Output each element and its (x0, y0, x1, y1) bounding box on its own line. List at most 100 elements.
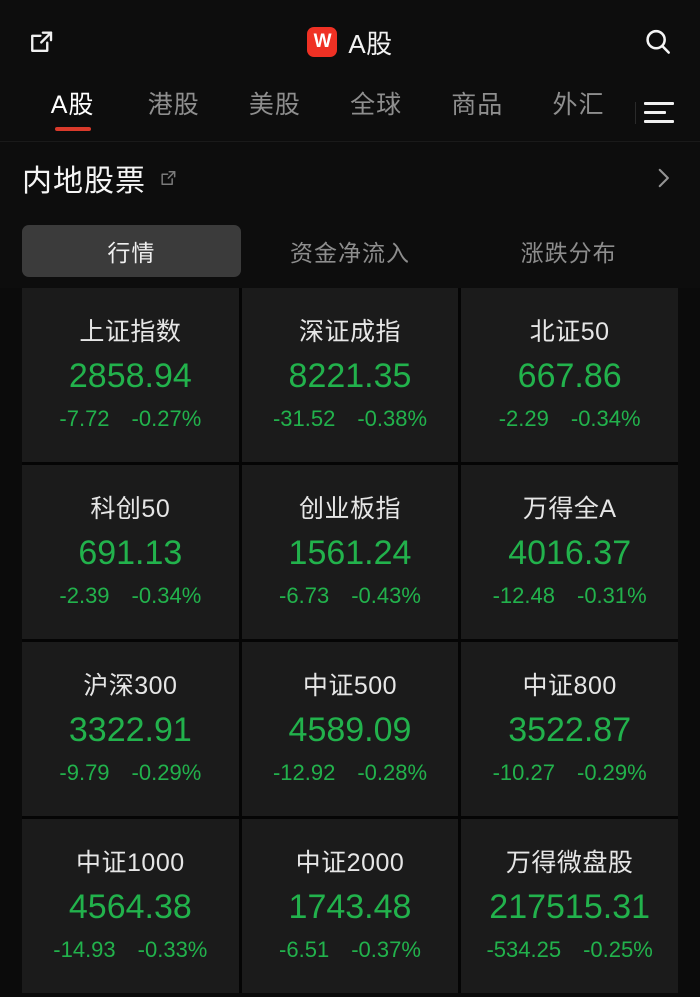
segtab-net-inflow[interactable]: 资金净流入 (241, 225, 460, 277)
hamburger-bar (644, 111, 666, 114)
index-value: 667.86 (517, 356, 622, 395)
index-change: -12.48 (492, 582, 555, 608)
index-card[interactable]: 万得全A 4016.37 -12.48 -0.31% (461, 465, 678, 639)
index-grid: 上证指数 2858.94 -7.72 -0.27% 深证成指 8221.35 -… (22, 288, 678, 993)
segtab-gain-loss-distribution[interactable]: 涨跌分布 (459, 225, 678, 277)
index-change: -9.79 (59, 759, 110, 785)
index-card[interactable]: 上证指数 2858.94 -7.72 -0.27% (22, 288, 239, 462)
view-mode-tabs: 行情 资金净流入 涨跌分布 (0, 214, 700, 288)
index-change: -14.93 (53, 936, 116, 962)
index-deltas: -6.73 -0.43% (250, 582, 451, 608)
app-root: W A股 A股 港股 美股 全球 商品 外汇 内地股票 行情 资金净流入 涨跌分… (0, 0, 700, 997)
index-percent: -0.33% (137, 936, 208, 962)
index-name: 中证500 (302, 672, 398, 701)
tab-commodities[interactable]: 商品 (427, 84, 528, 141)
index-deltas: -10.27 -0.29% (469, 760, 670, 785)
index-grid-wrapper: 上证指数 2858.94 -7.72 -0.27% 深证成指 8221.35 -… (0, 288, 700, 997)
index-name: 中证1000 (76, 849, 185, 878)
tab-global[interactable]: 全球 (326, 84, 427, 141)
index-card[interactable]: 沪深300 3322.91 -9.79 -0.29% (22, 642, 239, 816)
index-name: 上证指数 (79, 318, 182, 347)
top-bar: W A股 (0, 0, 700, 84)
hamburger-menu-icon[interactable] (638, 84, 682, 141)
index-value: 1561.24 (288, 533, 412, 572)
index-deltas: -6.51 -0.37% (250, 936, 451, 962)
share-external-icon[interactable] (158, 168, 178, 188)
index-deltas: -7.72 -0.27% (30, 405, 231, 431)
index-change: -7.72 (59, 405, 110, 431)
nav-divider (635, 101, 636, 124)
index-deltas: -534.25 -0.25% (469, 936, 670, 962)
tab-forex[interactable]: 外汇 (528, 84, 629, 141)
tab-label: 外汇 (552, 91, 605, 119)
index-percent: -0.38% (357, 405, 428, 431)
hamburger-bar (644, 102, 674, 105)
chevron-right-icon[interactable] (650, 165, 676, 191)
index-change: -534.25 (486, 936, 562, 962)
index-name: 万得全A (522, 495, 617, 524)
index-card[interactable]: 创业板指 1561.24 -6.73 -0.43% (241, 465, 459, 639)
index-card[interactable]: 北证50 667.86 -2.29 -0.34% (461, 288, 678, 462)
segtab-label: 涨跌分布 (520, 240, 617, 266)
index-change: -31.52 (272, 405, 336, 431)
index-deltas: -12.92 -0.28% (250, 759, 451, 785)
index-value: 1743.48 (288, 887, 412, 926)
index-percent: -0.25% (583, 936, 653, 962)
index-name: 科创50 (90, 495, 171, 524)
index-percent: -0.28% (357, 759, 428, 785)
tab-us-shares[interactable]: 美股 (224, 84, 325, 141)
index-name: 沪深300 (83, 672, 178, 701)
share-external-icon[interactable] (22, 23, 60, 61)
tab-label: 全球 (350, 91, 403, 119)
index-value: 4589.09 (288, 710, 412, 749)
index-name: 万得微盘股 (505, 849, 634, 878)
index-percent: -0.29% (131, 759, 202, 785)
index-deltas: -12.48 -0.31% (469, 582, 670, 608)
index-change: -2.39 (59, 582, 110, 608)
index-value: 691.13 (78, 533, 183, 572)
index-card[interactable]: 中证500 4589.09 -12.92 -0.28% (241, 642, 459, 816)
tab-hk-shares[interactable]: 港股 (123, 84, 224, 141)
index-deltas: -2.39 -0.34% (30, 582, 231, 608)
tab-a-shares[interactable]: A股 (22, 84, 123, 141)
tab-label: 美股 (248, 91, 301, 119)
index-card[interactable]: 深证成指 8221.35 -31.52 -0.38% (241, 288, 459, 462)
index-percent: -0.37% (351, 936, 421, 962)
index-deltas: -9.79 -0.29% (30, 759, 231, 785)
section-title: 内地股票 (22, 165, 146, 198)
index-card[interactable]: 中证2000 1743.48 -6.51 -0.37% (241, 819, 459, 993)
market-nav-tabs: A股 港股 美股 全球 商品 外汇 (0, 84, 700, 142)
hamburger-bar (644, 120, 674, 123)
top-bar-right (618, 22, 678, 62)
index-deltas: -14.93 -0.33% (30, 936, 231, 962)
index-value: 2858.94 (68, 356, 192, 395)
app-title-group: W A股 (82, 24, 618, 61)
index-value: 4016.37 (508, 533, 632, 572)
index-card[interactable]: 科创50 691.13 -2.39 -0.34% (22, 465, 239, 639)
index-name: 中证800 (522, 672, 617, 701)
index-value: 3522.87 (508, 710, 632, 749)
index-percent: -0.34% (570, 405, 641, 431)
segtab-quotes[interactable]: 行情 (22, 225, 241, 277)
index-card[interactable]: 中证1000 4564.38 -14.93 -0.33% (22, 819, 239, 993)
index-deltas: -2.29 -0.34% (469, 405, 670, 431)
index-change: -6.73 (279, 582, 330, 608)
index-value: 8221.35 (288, 356, 412, 395)
section-header[interactable]: 内地股票 (0, 142, 700, 214)
index-name: 深证成指 (298, 318, 401, 347)
index-card[interactable]: 中证800 3522.87 -10.27 -0.29% (461, 642, 678, 816)
page-title: A股 (348, 28, 393, 59)
index-change: -2.29 (498, 405, 549, 431)
index-change: -12.92 (272, 759, 336, 785)
index-percent: -0.34% (131, 582, 202, 608)
tab-label: A股 (50, 91, 95, 119)
index-deltas: -31.52 -0.38% (250, 405, 451, 431)
segtab-label: 资金净流入 (290, 240, 410, 266)
search-icon[interactable] (638, 22, 678, 62)
segtab-label: 行情 (107, 240, 156, 266)
index-name: 北证50 (529, 318, 610, 347)
index-card[interactable]: 万得微盘股 217515.31 -534.25 -0.25% (461, 819, 678, 993)
index-value: 217515.31 (489, 887, 651, 926)
active-tab-indicator (54, 127, 91, 132)
index-change: -6.51 (279, 936, 330, 962)
